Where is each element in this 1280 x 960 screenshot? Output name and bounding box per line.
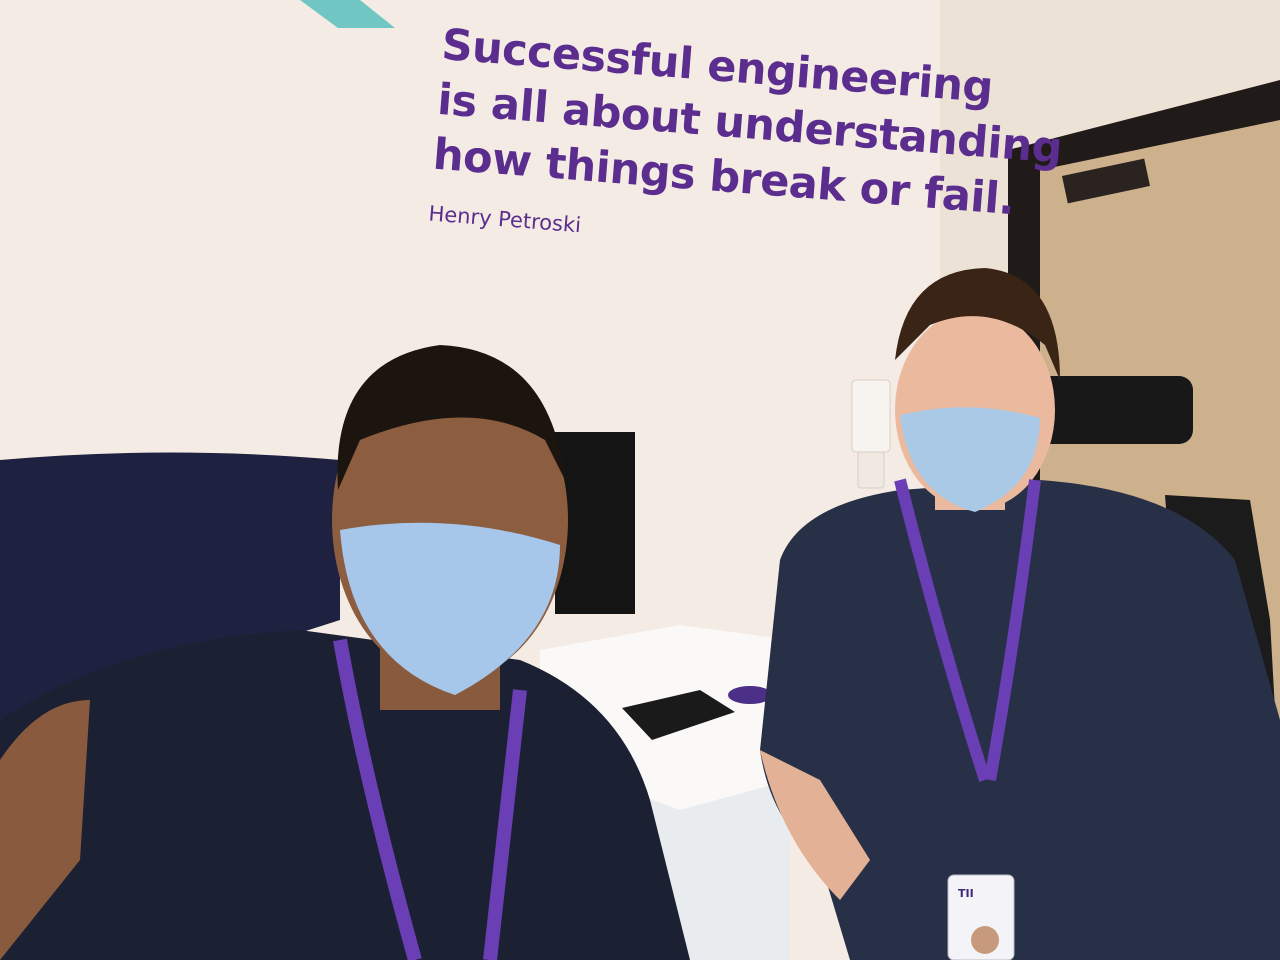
right-chair-headrest <box>1035 376 1193 444</box>
selfie-photo: Successful engineering is all about unde… <box>0 0 1280 960</box>
badge-logo-text: TII <box>958 887 974 900</box>
wall-quote: Successful engineering is all about unde… <box>428 18 1064 263</box>
sanitizer-dispenser <box>851 379 891 489</box>
